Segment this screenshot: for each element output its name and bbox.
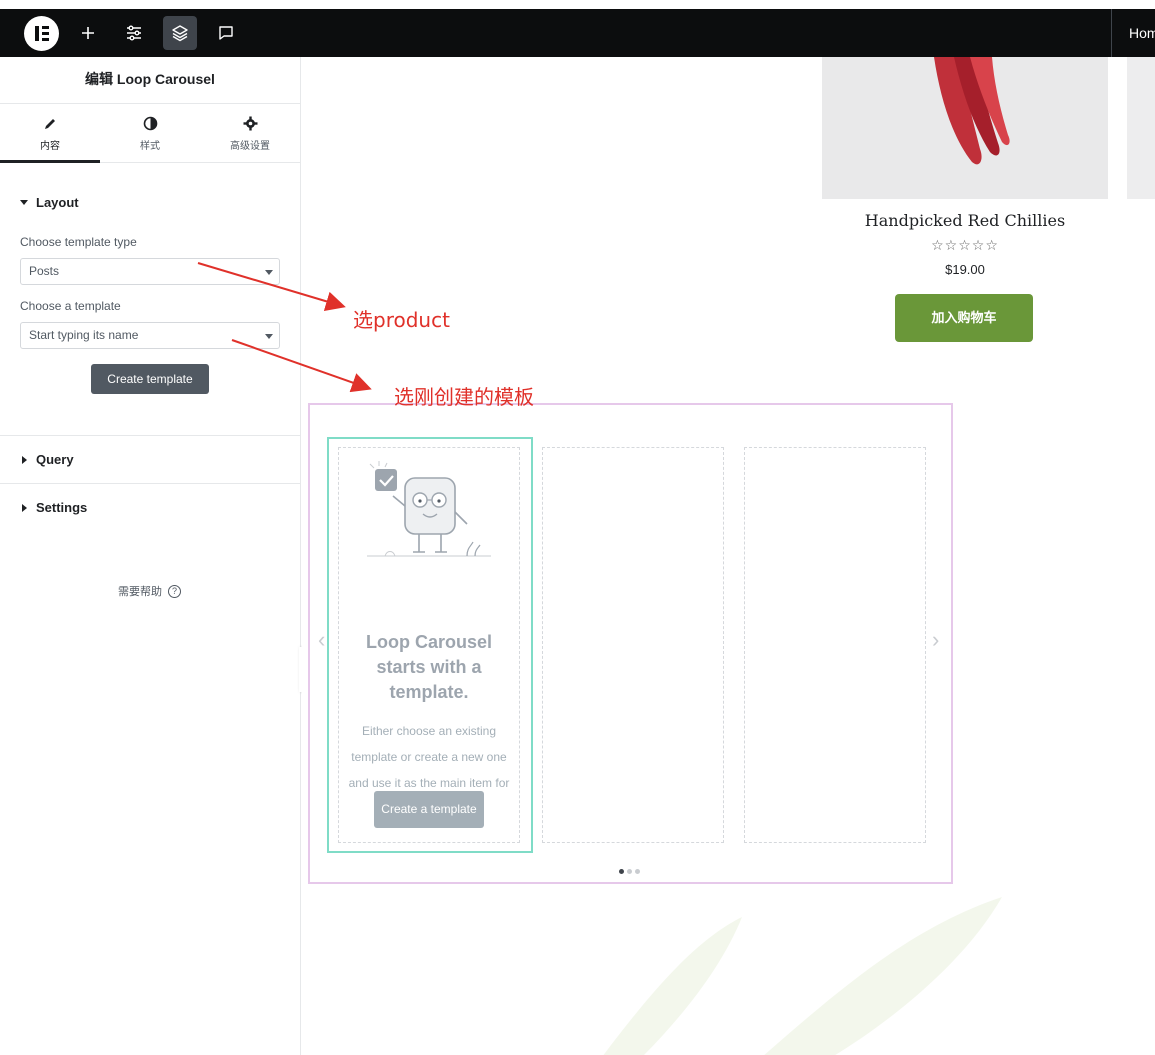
arrow-to-template-type xyxy=(197,262,346,312)
annotation-select-template: 选刚创建的模板 xyxy=(394,385,534,409)
annotation-select-product: 选product xyxy=(353,308,450,332)
arrow-to-template-select xyxy=(231,339,372,393)
annotation-arrows xyxy=(197,262,372,393)
